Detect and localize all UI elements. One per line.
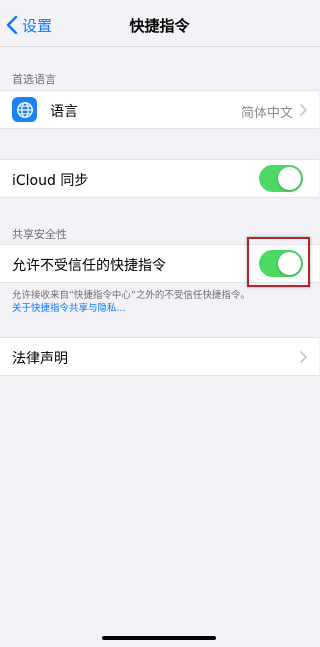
home-indicator: [102, 636, 216, 640]
navigation-bar: 设置 快捷指令: [0, 0, 319, 47]
chevron-right-icon: [300, 104, 307, 116]
page-title: 快捷指令: [129, 17, 190, 35]
chevron-right-icon: [300, 351, 307, 363]
sharing-footer-text: 允许接收来自“快捷指令中心”之外的不受信任快捷指令。: [12, 290, 250, 301]
language-row[interactable]: 语言 简体中文: [0, 91, 319, 128]
language-group: 语言 简体中文: [0, 90, 319, 129]
icloud-group: iCloud 同步: [0, 159, 319, 198]
language-label: 语言: [50, 104, 78, 120]
icloud-label: iCloud 同步: [12, 173, 89, 189]
sharing-footer: 允许接收来自“快捷指令中心”之外的不受信任快捷指令。 关于快捷指令共享与隐私..…: [12, 289, 312, 315]
sharing-privacy-link[interactable]: 关于快捷指令共享与隐私...: [12, 302, 312, 315]
legal-row[interactable]: 法律声明: [0, 338, 319, 375]
globe-icon: [12, 97, 37, 122]
legal-label: 法律声明: [12, 351, 68, 367]
legal-group: 法律声明: [0, 337, 319, 376]
language-section-header: 首选语言: [12, 73, 56, 86]
icloud-toggle[interactable]: [259, 165, 303, 192]
icloud-row: iCloud 同步: [0, 160, 319, 197]
language-value: 简体中文: [240, 106, 293, 121]
sharing-section-header: 共享安全性: [12, 228, 67, 241]
untrusted-shortcuts-label: 允许不受信任的快捷指令: [12, 258, 166, 274]
toggle-knob: [278, 167, 301, 190]
highlight-box: [247, 237, 310, 287]
